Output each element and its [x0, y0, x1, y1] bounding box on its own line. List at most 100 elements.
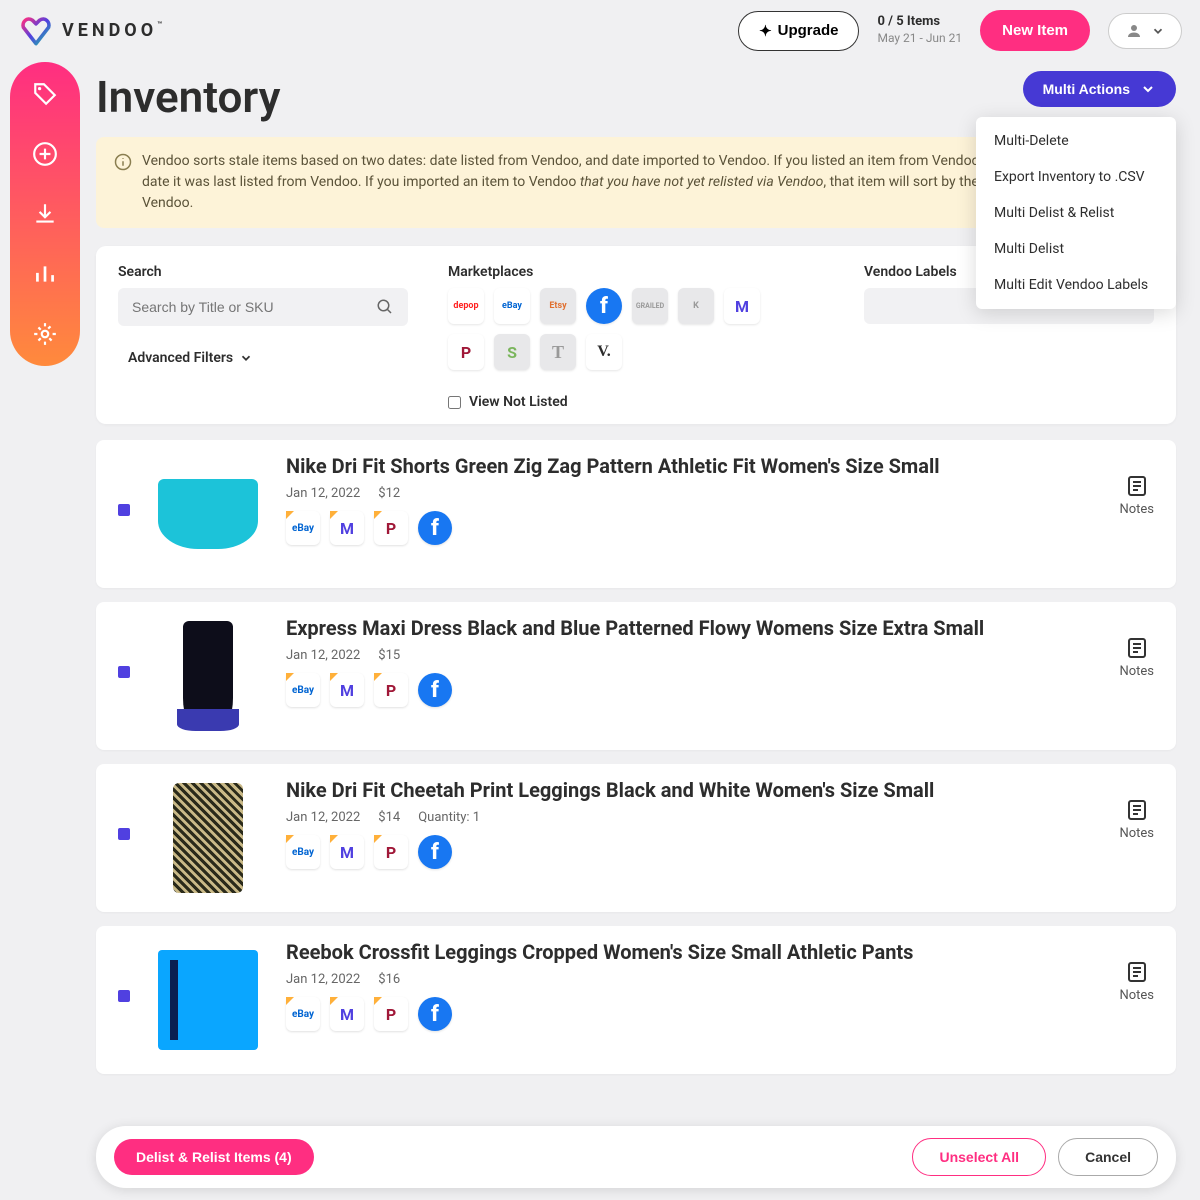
list-item: Reebok Crossfit Leggings Cropped Women's… — [96, 926, 1176, 1074]
gear-icon — [32, 321, 58, 347]
mkt-shopify[interactable]: S — [494, 334, 530, 370]
listing-mercari[interactable]: M — [330, 997, 364, 1031]
notes-icon — [1125, 798, 1149, 822]
listing-poshmark[interactable]: P — [374, 511, 408, 545]
item-quantity: Quantity: 1 — [418, 810, 480, 825]
listing-mercari[interactable]: M — [330, 511, 364, 545]
item-listings: eBay M P f — [286, 511, 1101, 545]
page-title: Inventory — [96, 71, 280, 123]
search-box[interactable] — [118, 288, 408, 326]
dropdown-multi-delete[interactable]: Multi-Delete — [976, 123, 1176, 159]
item-title[interactable]: Reebok Crossfit Leggings Cropped Women's… — [286, 940, 1101, 964]
sidebar — [10, 62, 80, 366]
mkt-etsy[interactable]: Etsy — [540, 288, 576, 324]
item-checkbox[interactable] — [118, 990, 130, 1002]
view-not-listed-checkbox[interactable] — [448, 396, 461, 409]
listing-poshmark[interactable]: P — [374, 673, 408, 707]
quota-period: May 21 - Jun 21 — [877, 31, 962, 47]
search-icon — [376, 298, 394, 316]
notes-label: Notes — [1119, 826, 1154, 841]
listing-facebook[interactable]: f — [418, 997, 452, 1031]
sidebar-item-inventory[interactable] — [31, 80, 59, 108]
marketplaces-label: Marketplaces — [448, 264, 768, 280]
mkt-depop[interactable]: depop — [448, 288, 484, 324]
item-listings: eBay M P f — [286, 997, 1101, 1031]
listing-poshmark[interactable]: P — [374, 835, 408, 869]
multi-actions-dropdown: Multi-Delete Export Inventory to .CSV Mu… — [976, 117, 1176, 309]
item-notes-button[interactable]: Notes — [1119, 636, 1154, 679]
item-price: $16 — [378, 972, 400, 987]
notes-label: Notes — [1119, 664, 1154, 679]
listing-mercari[interactable]: M — [330, 673, 364, 707]
mkt-vestiaire[interactable]: V. — [586, 334, 622, 370]
sidebar-item-import[interactable] — [31, 200, 59, 228]
sidebar-item-add[interactable] — [31, 140, 59, 168]
item-price: $14 — [378, 810, 400, 825]
user-icon — [1125, 22, 1143, 40]
search-input[interactable] — [132, 299, 372, 315]
item-price: $12 — [378, 486, 400, 501]
notes-icon — [1125, 960, 1149, 984]
item-title[interactable]: Express Maxi Dress Black and Blue Patter… — [286, 616, 1101, 640]
notes-label: Notes — [1119, 988, 1154, 1003]
listing-poshmark[interactable]: P — [374, 997, 408, 1031]
item-date: Jan 12, 2022 — [286, 972, 360, 987]
dropdown-export-csv[interactable]: Export Inventory to .CSV — [976, 159, 1176, 195]
mkt-facebook[interactable]: f — [586, 288, 622, 324]
listing-ebay[interactable]: eBay — [286, 673, 320, 707]
mkt-tradesy[interactable]: T — [540, 334, 576, 370]
unselect-all-button[interactable]: Unselect All — [912, 1138, 1046, 1176]
item-thumbnail[interactable] — [148, 940, 268, 1060]
item-thumbnail[interactable] — [148, 454, 268, 574]
dropdown-delist-relist[interactable]: Multi Delist & Relist — [976, 195, 1176, 231]
upgrade-label: Upgrade — [778, 22, 839, 39]
profile-menu-button[interactable] — [1108, 13, 1182, 49]
quota-count: 0 / 5 Items — [877, 14, 962, 31]
mkt-grailed[interactable]: GRAILED — [632, 288, 668, 324]
logo[interactable]: VENDOO™ — [18, 13, 166, 49]
delist-relist-button[interactable]: Delist & Relist Items (4) — [114, 1139, 314, 1175]
main: Inventory Multi Actions Multi-Delete Exp… — [96, 61, 1200, 1074]
advanced-filters-toggle[interactable]: Advanced Filters — [118, 350, 408, 366]
tag-icon — [32, 81, 58, 107]
chevron-down-icon — [239, 351, 253, 365]
sidebar-item-settings[interactable] — [31, 320, 59, 348]
item-date: Jan 12, 2022 — [286, 486, 360, 501]
dropdown-edit-labels[interactable]: Multi Edit Vendoo Labels — [976, 267, 1176, 303]
list-item: Nike Dri Fit Shorts Green Zig Zag Patter… — [96, 440, 1176, 588]
listing-ebay[interactable]: eBay — [286, 997, 320, 1031]
mkt-poshmark[interactable]: P — [448, 334, 484, 370]
mkt-kidizen[interactable]: K — [678, 288, 714, 324]
multi-actions-button[interactable]: Multi Actions — [1023, 71, 1176, 107]
item-checkbox[interactable] — [118, 504, 130, 516]
item-title[interactable]: Nike Dri Fit Cheetah Print Leggings Blac… — [286, 778, 1101, 802]
item-notes-button[interactable]: Notes — [1119, 474, 1154, 517]
listing-mercari[interactable]: M — [330, 835, 364, 869]
new-item-button[interactable]: New Item — [980, 10, 1090, 51]
item-checkbox[interactable] — [118, 666, 130, 678]
listing-facebook[interactable]: f — [418, 673, 452, 707]
item-checkbox[interactable] — [118, 828, 130, 840]
item-notes-button[interactable]: Notes — [1119, 798, 1154, 841]
chevron-down-icon — [1151, 24, 1165, 38]
listing-ebay[interactable]: eBay — [286, 511, 320, 545]
item-title[interactable]: Nike Dri Fit Shorts Green Zig Zag Patter… — [286, 454, 1101, 478]
upgrade-button[interactable]: ✦ Upgrade — [738, 11, 859, 51]
item-thumbnail[interactable] — [148, 778, 268, 898]
mkt-mercari[interactable]: M — [724, 288, 760, 324]
item-listings: eBay M P f — [286, 835, 1101, 869]
mkt-ebay[interactable]: eBay — [494, 288, 530, 324]
item-notes-button[interactable]: Notes — [1119, 960, 1154, 1003]
adv-filters-label: Advanced Filters — [128, 350, 233, 366]
listing-facebook[interactable]: f — [418, 835, 452, 869]
header-right: ✦ Upgrade 0 / 5 Items May 21 - Jun 21 Ne… — [738, 10, 1182, 51]
item-thumbnail[interactable] — [148, 616, 268, 736]
listing-facebook[interactable]: f — [418, 511, 452, 545]
chart-icon — [32, 261, 58, 287]
notes-icon — [1125, 474, 1149, 498]
listing-ebay[interactable]: eBay — [286, 835, 320, 869]
sidebar-item-analytics[interactable] — [31, 260, 59, 288]
cancel-button[interactable]: Cancel — [1058, 1138, 1158, 1176]
item-date: Jan 12, 2022 — [286, 810, 360, 825]
dropdown-multi-delist[interactable]: Multi Delist — [976, 231, 1176, 267]
